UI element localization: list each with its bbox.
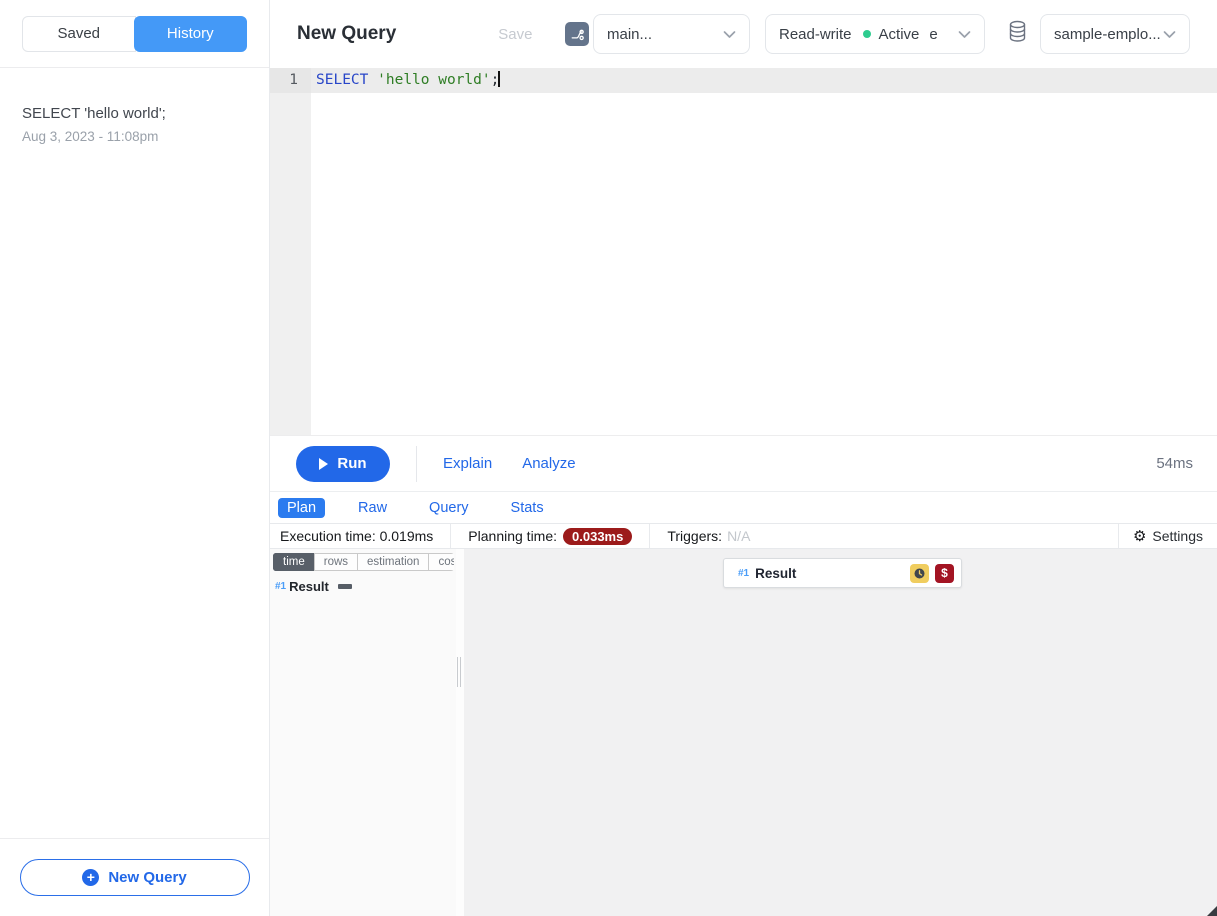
planning-time-label: Planning time: <box>468 528 557 544</box>
settings-label: Settings <box>1152 528 1203 544</box>
save-button[interactable]: Save <box>498 26 532 43</box>
tab-saved[interactable]: Saved <box>22 16 136 52</box>
history-query-text: SELECT 'hello world'; <box>22 104 247 124</box>
triggers-label: Triggers: <box>667 528 722 544</box>
play-icon <box>319 458 328 470</box>
history-timestamp: Aug 3, 2023 - 11:08pm <box>22 129 247 144</box>
history-list: SELECT 'hello world'; Aug 3, 2023 - 11:0… <box>0 68 269 838</box>
time-bar <box>338 584 352 589</box>
line-number: 1 <box>270 68 311 93</box>
node-badges: $ <box>910 564 954 583</box>
sidebar-header: Saved History <box>0 0 269 68</box>
chevron-down-icon <box>1163 26 1176 43</box>
sidebar-footer: + New Query <box>0 838 269 916</box>
metric-toggle: time rows estimation cost <box>273 553 454 571</box>
dollar-icon: $ <box>935 564 954 583</box>
connection-mode-dropdown[interactable]: Read-write Active e <box>765 14 985 54</box>
result-tabs: Plan Raw Query Stats <box>270 492 1217 523</box>
settings-button[interactable]: ⚙ Settings <box>1118 524 1217 548</box>
sql-string: 'hello world' <box>377 72 491 88</box>
tab-raw[interactable]: Raw <box>349 498 396 518</box>
triggers-value: N/A <box>727 528 750 544</box>
text-cursor <box>498 71 500 87</box>
triggers: Triggers: N/A <box>650 524 767 548</box>
sql-keyword: SELECT <box>316 72 368 88</box>
window-resize-grip[interactable] <box>1207 906 1217 916</box>
tab-history[interactable]: History <box>134 16 248 52</box>
plan-flow-node[interactable]: #1 Result $ <box>723 558 962 588</box>
connection-mode: Read-write <box>779 26 852 43</box>
editor-line-1[interactable]: 1 SELECT 'hello world'; <box>270 68 1217 93</box>
node-index: #1 <box>275 581 286 592</box>
drag-grip-icon <box>457 657 461 687</box>
git-branch-icon[interactable] <box>565 22 589 46</box>
execution-time: Execution time: 0.019ms <box>270 524 451 548</box>
code-line[interactable]: SELECT 'hello world'; <box>311 68 1217 93</box>
editor-gutter <box>270 93 311 435</box>
query-sidebar: Saved History SELECT 'hello world'; Aug … <box>0 0 270 916</box>
branch-dropdown-value: main... <box>607 26 652 43</box>
page-title: New Query <box>297 23 396 45</box>
clock-icon <box>910 564 929 583</box>
divider <box>416 446 417 482</box>
analyze-button[interactable]: Analyze <box>522 455 575 472</box>
execution-time-text: Execution time: 0.019ms <box>280 528 433 544</box>
explain-button[interactable]: Explain <box>443 455 492 472</box>
sql-editor[interactable]: 1 SELECT 'hello world'; <box>270 68 1217 435</box>
run-toolbar: Run Explain Analyze 54ms <box>270 435 1217 492</box>
node-index: #1 <box>738 568 749 579</box>
planning-time-badge: 0.033ms <box>563 528 632 545</box>
plan-visualizer: time rows estimation cost #1 Result <box>270 549 1217 916</box>
plan-flow-canvas[interactable]: #1 Result $ <box>464 549 1217 916</box>
chevron-down-icon <box>958 26 971 43</box>
top-bar: New Query Save main... <box>270 0 1217 68</box>
tab-plan[interactable]: Plan <box>278 498 325 518</box>
gear-icon: ⚙ <box>1133 527 1146 545</box>
main-panel: New Query Save main... <box>270 0 1217 916</box>
panel-resize-handle[interactable] <box>456 549 464 916</box>
planning-time: Planning time: 0.033ms <box>451 524 650 548</box>
tab-query[interactable]: Query <box>420 498 478 518</box>
metric-time[interactable]: time <box>273 553 315 571</box>
database-dropdown-value: sample-emplo... <box>1054 26 1161 43</box>
database-dropdown[interactable]: sample-emplo... <box>1040 14 1190 54</box>
branch-dropdown[interactable]: main... <box>593 14 750 54</box>
execution-stats-bar: Execution time: 0.019ms Planning time: 0… <box>270 523 1217 549</box>
sql-space <box>368 72 377 88</box>
metric-cost[interactable]: cost <box>428 553 454 571</box>
plan-tree-panel: time rows estimation cost #1 Result <box>270 549 456 916</box>
plan-tree-node[interactable]: #1 Result <box>273 579 456 594</box>
plus-icon: + <box>82 869 99 886</box>
connection-controls: main... Read-write Active e <box>565 14 1190 54</box>
node-name: Result <box>289 579 329 594</box>
connection-truncated-text: e <box>929 26 937 43</box>
history-item[interactable]: SELECT 'hello world'; Aug 3, 2023 - 11:0… <box>22 104 247 144</box>
chevron-down-icon <box>723 26 736 43</box>
connection-status: Active <box>879 26 920 43</box>
new-query-button[interactable]: + New Query <box>20 859 250 896</box>
run-button[interactable]: Run <box>296 446 390 482</box>
status-dot-icon <box>863 30 871 38</box>
run-button-label: Run <box>337 455 366 472</box>
query-duration: 54ms <box>1156 455 1193 472</box>
tab-stats[interactable]: Stats <box>502 498 553 518</box>
database-icon <box>1007 20 1028 48</box>
metric-rows[interactable]: rows <box>314 553 358 571</box>
saved-history-toggle: Saved History <box>22 16 247 52</box>
node-name: Result <box>755 566 796 581</box>
metric-estimation[interactable]: estimation <box>357 553 429 571</box>
new-query-button-label: New Query <box>108 869 186 886</box>
app-window: Saved History SELECT 'hello world'; Aug … <box>0 0 1217 916</box>
